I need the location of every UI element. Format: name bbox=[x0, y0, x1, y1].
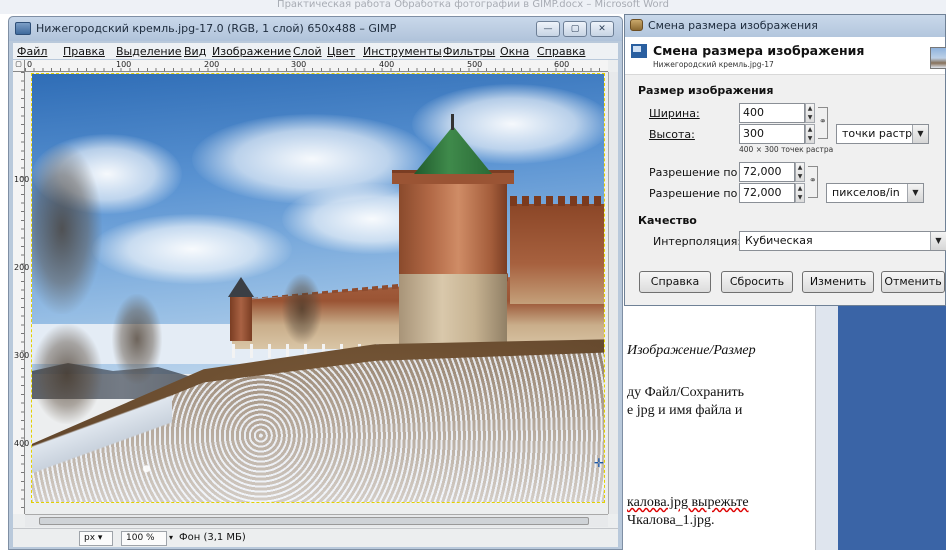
menu-select[interactable]: Выделение bbox=[116, 45, 182, 58]
ruler-label: 100 bbox=[116, 60, 132, 69]
dialog-titlebar[interactable]: Смена размера изображения bbox=[625, 15, 945, 37]
res-x-input[interactable]: 72,000 bbox=[739, 162, 795, 182]
image-thumbnail bbox=[930, 47, 946, 69]
chain-link-icon[interactable]: ⚭ bbox=[809, 176, 817, 186]
ruler-label: 400 bbox=[14, 439, 30, 448]
ruler-label: 200 bbox=[14, 263, 30, 272]
menu-help[interactable]: Справка bbox=[537, 45, 585, 58]
word-window-title: Практическая работа Обработка фотографии… bbox=[0, 0, 946, 14]
quality-section-title: Качество bbox=[638, 214, 697, 227]
horizontal-ruler[interactable]: 0 100 200 300 400 500 600 bbox=[25, 60, 608, 72]
reset-button[interactable]: Сбросить bbox=[721, 271, 793, 293]
ruler-label: 100 bbox=[14, 175, 30, 184]
menu-filters[interactable]: Фильтры bbox=[443, 45, 495, 58]
width-input[interactable]: 400 bbox=[739, 103, 805, 123]
cancel-button[interactable]: Отменить bbox=[881, 271, 945, 293]
zoom-select[interactable]: 100 % bbox=[121, 531, 167, 546]
menu-layer[interactable]: Слой bbox=[293, 45, 322, 58]
word-background-panel bbox=[816, 305, 946, 550]
dialog-window-title: Смена размера изображения bbox=[648, 19, 818, 32]
word-line-1: Изображение/Размер bbox=[627, 343, 756, 358]
width-spin-buttons[interactable]: ▲ ▼ bbox=[805, 103, 815, 123]
photo-tree bbox=[32, 324, 102, 424]
ruler-label: 600 bbox=[554, 60, 570, 69]
height-spin-buttons[interactable]: ▲ ▼ bbox=[805, 124, 815, 144]
ruler-label: 0 bbox=[27, 60, 33, 69]
vertical-scrollbar[interactable] bbox=[608, 72, 618, 514]
layer-status-text: Фон (3,1 МБ) bbox=[179, 532, 246, 543]
photo-tree bbox=[32, 144, 102, 314]
res-x-label: Разрешение по X: bbox=[649, 166, 753, 179]
size-unit-select[interactable]: точки растра ▼ bbox=[836, 124, 929, 144]
height-input[interactable]: 300 bbox=[739, 124, 805, 144]
help-button[interactable]: Справка bbox=[639, 271, 711, 293]
ruler-label: 300 bbox=[14, 351, 30, 360]
image-size-section-title: Размер изображения bbox=[638, 84, 774, 97]
photo-spire bbox=[451, 114, 454, 130]
horizontal-scrollbar-thumb[interactable] bbox=[39, 517, 589, 525]
image-canvas[interactable] bbox=[31, 73, 605, 503]
unit-select[interactable]: px ▾ bbox=[79, 531, 113, 546]
photo-tree bbox=[112, 294, 162, 384]
quick-mask-toggle[interactable]: ▢ bbox=[13, 60, 25, 72]
word-line-5: Чкалова_1.jpg. bbox=[627, 513, 715, 528]
menu-edit[interactable]: Правка bbox=[63, 45, 105, 58]
dialog-header-title: Смена размера изображения bbox=[653, 43, 865, 58]
vertical-ruler[interactable]: 100 200 300 400 bbox=[13, 72, 30, 514]
menu-file[interactable]: Файл bbox=[17, 45, 47, 58]
ruler-label: 500 bbox=[467, 60, 483, 69]
scale-image-dialog: Смена размера изображения Смена размера … bbox=[624, 14, 946, 306]
res-x-spin-buttons[interactable]: ▲ ▼ bbox=[795, 162, 805, 182]
resolution-unit-select[interactable]: пикселов/in ▼ bbox=[826, 183, 924, 203]
word-line-3: е jpg и имя файла и bbox=[627, 403, 743, 418]
photo-cloud bbox=[92, 214, 292, 284]
photo-wall-right-crenellations bbox=[510, 196, 604, 206]
ruler-label: 400 bbox=[379, 60, 395, 69]
photo-tree bbox=[282, 274, 322, 344]
photo-small-tower bbox=[230, 296, 252, 341]
word-document-page: Изображение/Размер ду Файл/Сохранить е j… bbox=[622, 305, 816, 550]
height-label: Высота: bbox=[649, 128, 695, 141]
word-line-4: калова.jpg вырежьте bbox=[627, 495, 749, 510]
word-line-2: ду Файл/Сохранить bbox=[627, 385, 744, 400]
close-button[interactable]: ✕ bbox=[590, 21, 614, 37]
gimp-window-title: Нижегородский кремль.jpg-17.0 (RGB, 1 сл… bbox=[36, 22, 397, 35]
photo-wall-right bbox=[510, 204, 604, 304]
gimp-statusbar: px ▾ 100 % ▾ Фон (3,1 МБ) bbox=[13, 528, 618, 547]
res-y-spin-buttons[interactable]: ▲ ▼ bbox=[795, 183, 805, 203]
size-pixels-note: 400 × 300 точек растра bbox=[739, 145, 834, 154]
interpolation-label: Интерполяция: bbox=[653, 235, 742, 248]
res-y-input[interactable]: 72,000 bbox=[739, 183, 795, 203]
chevron-down-icon: ▼ bbox=[912, 125, 928, 143]
gimp-menubar: Файл Правка Выделение Вид Изображение Сл… bbox=[13, 43, 618, 59]
width-label: Ширина: bbox=[649, 107, 700, 120]
navigate-icon[interactable]: ✛ bbox=[594, 456, 604, 470]
gimp-app-icon bbox=[630, 19, 643, 31]
menu-windows[interactable]: Окна bbox=[500, 45, 529, 58]
menu-image[interactable]: Изображение bbox=[212, 45, 291, 58]
gimp-image-icon bbox=[15, 22, 31, 35]
horizontal-scrollbar[interactable] bbox=[25, 514, 608, 527]
menu-tools[interactable]: Инструменты bbox=[363, 45, 442, 58]
menu-color[interactable]: Цвет bbox=[327, 45, 355, 58]
menu-view[interactable]: Вид bbox=[184, 45, 206, 58]
chevron-down-icon: ▼ bbox=[907, 184, 923, 202]
chevron-down-icon: ▼ bbox=[930, 232, 946, 250]
ruler-label: 300 bbox=[291, 60, 307, 69]
photo-main-tower-base bbox=[399, 274, 507, 351]
maximize-button[interactable]: ▢ bbox=[563, 21, 587, 37]
ruler-label: 200 bbox=[204, 60, 220, 69]
dialog-header: Смена размера изображения Нижегородский … bbox=[625, 37, 946, 75]
scale-image-icon bbox=[631, 44, 647, 58]
res-y-label: Разрешение по Y: bbox=[649, 187, 750, 200]
zoom-dropdown-arrow-icon[interactable]: ▾ bbox=[169, 533, 173, 542]
gimp-titlebar[interactable]: Нижегородский кремль.jpg-17.0 (RGB, 1 сл… bbox=[9, 17, 622, 41]
minimize-button[interactable]: — bbox=[536, 21, 560, 37]
scale-button[interactable]: Изменить bbox=[802, 271, 874, 293]
dialog-header-subtitle: Нижегородский кремль.jpg-17 bbox=[653, 60, 774, 69]
interpolation-select[interactable]: Кубическая ▼ bbox=[739, 231, 946, 251]
chain-link-icon[interactable]: ⚭ bbox=[819, 117, 827, 127]
